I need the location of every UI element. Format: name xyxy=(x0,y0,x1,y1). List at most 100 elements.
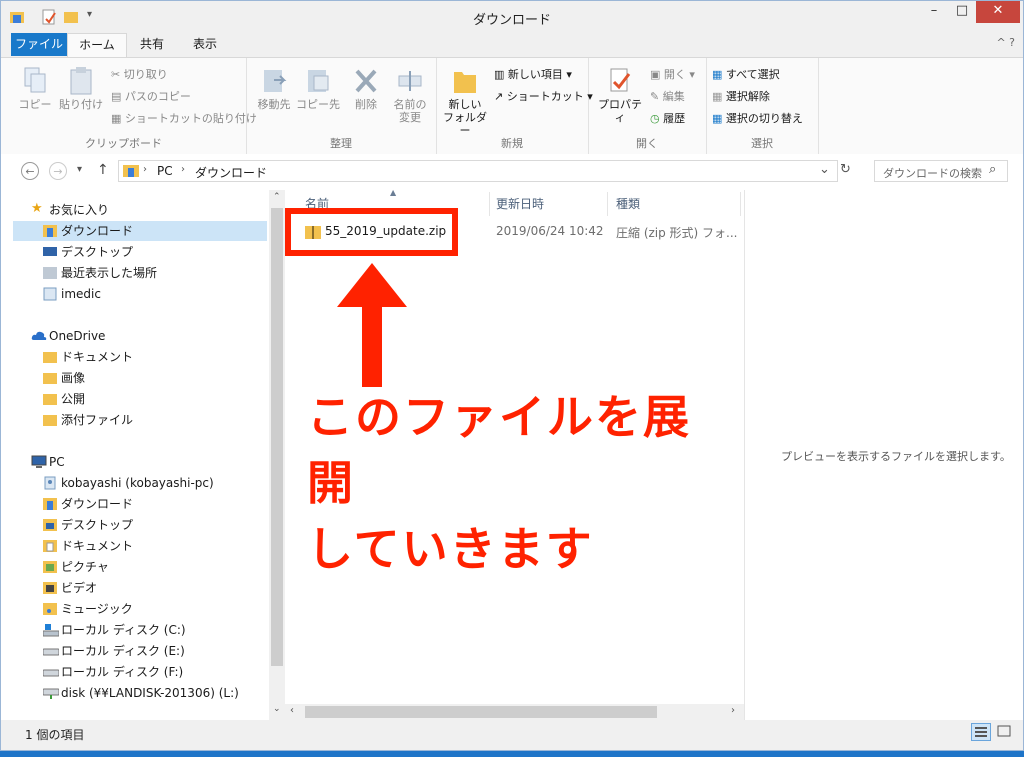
paste-button[interactable]: 貼り付け xyxy=(57,66,105,111)
column-header-type[interactable]: 種類 xyxy=(616,192,736,216)
history-icon: ◷ xyxy=(650,112,664,125)
breadcrumb-downloads[interactable]: ダウンロード xyxy=(195,164,267,181)
nav-fav-recent-label: 最近表示した場所 xyxy=(61,266,158,280)
new-folder-label-1: 新しい xyxy=(448,98,482,111)
select-none-button[interactable]: ▦ 選択解除 xyxy=(712,88,770,104)
scroll-left-icon[interactable]: ‹ xyxy=(290,705,294,716)
search-icon[interactable]: ⌕ xyxy=(989,162,996,177)
nav-pc-drive-e-label: ローカル ディスク (E:) xyxy=(61,644,185,658)
refresh-button[interactable]: ↻ xyxy=(840,162,851,177)
edit-button[interactable]: ✎ 編集 xyxy=(650,88,685,104)
filelist-hscrollbar[interactable]: ‹ › xyxy=(285,704,744,720)
nav-od-pictures-label: 画像 xyxy=(61,371,86,385)
copy-path-button[interactable]: ▤ パスのコピー xyxy=(111,88,191,104)
move-to-label: 移動先 xyxy=(257,98,291,111)
move-to-button[interactable]: 移動先 xyxy=(252,66,296,111)
new-group-label: 新規 xyxy=(501,137,523,150)
pictures-folder-icon xyxy=(43,561,57,573)
open-icon: ▣ xyxy=(650,68,664,81)
paste-shortcut-button[interactable]: ▦ ショートカットの貼り付け xyxy=(111,110,257,126)
copy-button[interactable]: コピー xyxy=(15,66,55,111)
select-all-button[interactable]: ▦ すべて選択 xyxy=(712,66,780,82)
navigation-pane: ★ お気に入り ダウンロード デスクトップ 最近表示した場所 imedic On… xyxy=(1,190,269,720)
invert-selection-icon: ▦ xyxy=(712,112,726,125)
tab-file[interactable]: ファイル xyxy=(11,33,67,56)
tab-share[interactable]: 共有 xyxy=(128,33,176,56)
rename-label-1: 名前の xyxy=(393,98,427,111)
rename-button[interactable]: 名前の 変更 xyxy=(388,66,432,124)
history-button[interactable]: ◷ 履歴 xyxy=(650,110,685,126)
select-group-label: 選択 xyxy=(751,137,773,150)
nav-fav-downloads-label: ダウンロード xyxy=(61,224,134,238)
search-input[interactable]: ダウンロードの検索 ⌕ xyxy=(874,160,1008,182)
cut-button[interactable]: ✂ 切り取り xyxy=(111,66,168,82)
tab-view[interactable]: 表示 xyxy=(179,33,231,56)
scroll-up-icon[interactable]: ⌃ xyxy=(273,192,281,202)
breadcrumb-pc[interactable]: PC xyxy=(157,164,173,178)
column-header-modified[interactable]: 更新日時 xyxy=(496,192,606,216)
edit-icon: ✎ xyxy=(650,90,663,103)
network-drive-icon xyxy=(43,688,59,699)
navpane-scroll-thumb[interactable] xyxy=(271,208,283,666)
nav-pc-label: PC xyxy=(49,455,65,469)
nav-od-public-label: 公開 xyxy=(61,392,86,406)
filelist-scroll-thumb[interactable] xyxy=(305,706,657,718)
address-bar[interactable]: › PC › ダウンロード ⌄ xyxy=(118,160,838,182)
window-title: ダウンロード xyxy=(472,13,551,28)
recent-locations-button[interactable]: ▾ xyxy=(77,164,82,175)
scroll-down-icon[interactable]: ⌄ xyxy=(273,704,281,714)
new-folder-button[interactable]: 新しい フォルダー xyxy=(442,66,488,137)
copy-to-button[interactable]: コピー先 xyxy=(296,66,340,111)
path-separator: › xyxy=(143,164,147,175)
shortcut-label: ショートカット ▾ xyxy=(506,90,593,103)
details-view-button[interactable] xyxy=(971,723,991,741)
music-folder-icon xyxy=(43,603,57,615)
nav-fav-desktop-label: デスクトップ xyxy=(61,245,134,259)
documents-folder-icon xyxy=(43,540,57,552)
explorer-window: ▾ ダウンロード – □ ✕ ファイル ホーム 共有 表示 ^ ? コピー 貼り… xyxy=(0,0,1024,751)
properties-button[interactable]: プロパティ xyxy=(594,66,646,124)
navigation-bar: ← → ▾ ↑ › PC › ダウンロード ⌄ ↻ ダウンロードの検索 ⌕ xyxy=(1,154,1023,190)
nav-pc-pictures-label: ピクチャ xyxy=(61,560,109,574)
back-button[interactable]: ← xyxy=(21,162,39,180)
downloads-folder-icon xyxy=(43,225,57,237)
address-dropdown-icon[interactable]: ⌄ xyxy=(819,162,830,177)
forward-button[interactable]: → xyxy=(49,162,67,180)
nav-pc-drive-c-label: ローカル ディスク (C:) xyxy=(61,623,186,637)
star-icon: ★ xyxy=(31,201,43,216)
delete-icon xyxy=(355,69,377,93)
downloads-folder-icon xyxy=(123,165,139,177)
shortcut-icon: ↗ xyxy=(494,90,507,103)
navpane-scrollbar[interactable]: ⌃ ⌄ xyxy=(269,190,285,720)
delete-button[interactable]: 削除 xyxy=(346,66,386,111)
maximize-button[interactable]: □ xyxy=(949,1,975,23)
ribbon-help-button[interactable]: ^ ? xyxy=(996,36,1015,49)
details-view-icon xyxy=(975,727,987,737)
desktop-folder-icon xyxy=(43,519,57,531)
up-button[interactable]: ↑ xyxy=(97,162,109,178)
large-icons-view-button[interactable] xyxy=(995,723,1015,741)
onedrive-cloud-icon xyxy=(31,331,47,340)
close-button[interactable]: ✕ xyxy=(976,1,1020,23)
copy-to-icon xyxy=(308,70,329,92)
invert-selection-button[interactable]: ▦ 選択の切り替え xyxy=(712,110,803,126)
annotation-line-1: このファイルを展開 xyxy=(307,390,691,510)
scissors-icon: ✂ xyxy=(111,68,124,81)
open-group: プロパティ ▣ 開く ▾ ✎ 編集 ◷ 履歴 開く xyxy=(588,58,707,154)
shortcut-button[interactable]: ↗ ショートカット ▾ xyxy=(494,88,593,104)
tab-home[interactable]: ホーム xyxy=(67,33,127,58)
file-modified: 2019/06/24 10:42 xyxy=(496,224,604,238)
select-none-icon: ▦ xyxy=(712,90,726,103)
new-item-label: 新しい項目 ▾ xyxy=(507,68,572,81)
nav-od-documents-label: ドキュメント xyxy=(61,350,134,364)
new-folder-label-2: フォルダー xyxy=(443,111,487,137)
copy-icon xyxy=(24,67,46,93)
nav-pc-documents-label: ドキュメント xyxy=(61,539,134,553)
nav-fav-downloads[interactable]: ダウンロード xyxy=(13,221,267,241)
nav-pc-videos-label: ビデオ xyxy=(61,581,98,595)
minimize-button[interactable]: – xyxy=(921,1,947,23)
open-button[interactable]: ▣ 開く ▾ xyxy=(650,66,695,82)
scroll-right-icon[interactable]: › xyxy=(731,705,735,716)
new-item-button[interactable]: ▥ 新しい項目 ▾ xyxy=(494,66,572,82)
paste-label: 貼り付け xyxy=(59,98,103,111)
